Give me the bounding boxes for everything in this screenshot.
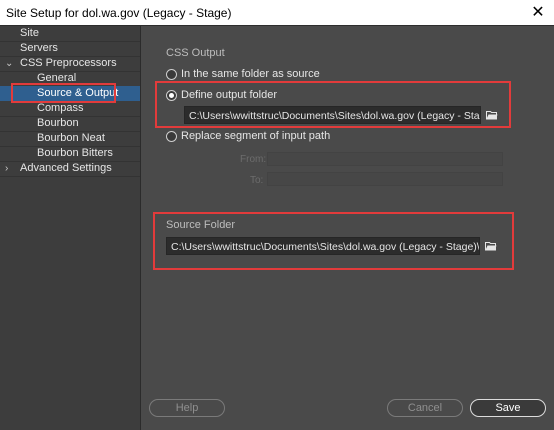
sidebar-item-advanced-settings[interactable]: › Advanced Settings: [0, 161, 140, 176]
from-field: [267, 152, 503, 166]
radio-same-folder[interactable]: In the same folder as source: [166, 68, 320, 80]
radio-label: In the same folder as source: [181, 68, 320, 80]
sidebar-item-label: Advanced Settings: [20, 162, 112, 174]
sidebar-item-label: Bourbon Neat: [37, 132, 105, 144]
sidebar-item-bourbon-neat[interactable]: Bourbon Neat: [0, 131, 140, 146]
css-output-label: CSS Output: [166, 47, 225, 59]
sidebar-item-compass[interactable]: Compass: [0, 101, 140, 116]
source-path-field[interactable]: C:\Users\wwittstruc\Documents\Sites\dol.…: [166, 237, 480, 255]
sidebar-item-css-preprocessors[interactable]: ⌄ CSS Preprocessors: [0, 56, 140, 71]
dialog-body: Site Servers ⌄ CSS Preprocessors General…: [0, 25, 554, 430]
sidebar-item-label: Bourbon Bitters: [37, 147, 113, 159]
sidebar-item-label: CSS Preprocessors: [20, 57, 117, 69]
folder-open-icon[interactable]: [483, 106, 501, 124]
sidebar-item-bourbon-bitters[interactable]: Bourbon Bitters: [0, 146, 140, 161]
radio-icon[interactable]: [166, 89, 177, 101]
sidebar-item-label: Bourbon: [37, 117, 79, 129]
highlight-box-sidebar: [11, 83, 116, 103]
sidebar: Site Servers ⌄ CSS Preprocessors General…: [0, 26, 141, 430]
sidebar-item-servers[interactable]: Servers: [0, 41, 140, 56]
from-label: From:: [240, 154, 267, 165]
output-path-field[interactable]: C:\Users\wwittstruc\Documents\Sites\dol.…: [184, 106, 481, 124]
to-label: To:: [250, 175, 264, 186]
radio-label: Replace segment of input path: [181, 130, 331, 142]
radio-label: Define output folder: [181, 89, 278, 101]
window-title: Site Setup for dol.wa.gov (Legacy - Stag…: [6, 5, 232, 20]
title-bar: Site Setup for dol.wa.gov (Legacy - Stag…: [0, 0, 554, 25]
chevron-right-icon[interactable]: ›: [5, 161, 8, 176]
sidebar-item-label: Servers: [20, 42, 58, 54]
radio-icon[interactable]: [166, 130, 177, 142]
save-button[interactable]: Save: [470, 399, 546, 417]
to-field: [267, 172, 503, 186]
sidebar-item-label: Site: [20, 27, 39, 39]
folder-open-icon[interactable]: [482, 237, 500, 255]
source-folder-label: Source Folder: [166, 219, 236, 231]
sidebar-item-label: Compass: [37, 102, 84, 114]
radio-icon[interactable]: [166, 68, 177, 80]
divider: [0, 176, 140, 177]
main-panel: CSS Output In the same folder as source …: [141, 26, 554, 430]
help-button[interactable]: Help: [149, 399, 225, 417]
radio-replace-segment[interactable]: Replace segment of input path: [166, 130, 330, 142]
chevron-down-icon[interactable]: ⌄: [5, 56, 13, 71]
sidebar-item-site[interactable]: Site: [0, 26, 140, 41]
close-icon[interactable]: ✕: [528, 2, 548, 22]
cancel-button[interactable]: Cancel: [387, 399, 463, 417]
sidebar-item-bourbon[interactable]: Bourbon: [0, 116, 140, 131]
radio-define-output[interactable]: Define output folder: [166, 89, 277, 101]
